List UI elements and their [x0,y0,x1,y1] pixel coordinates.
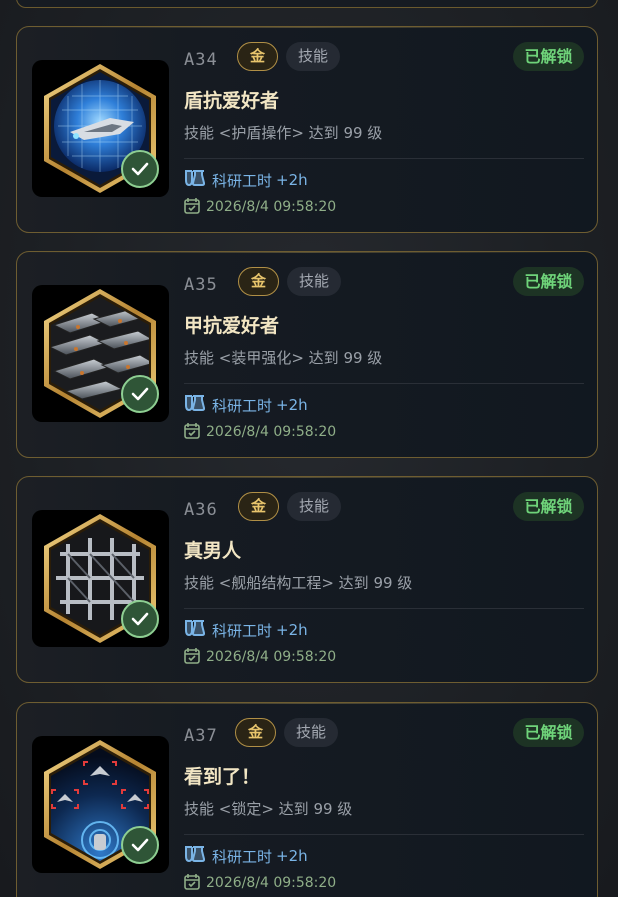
flask-icon [184,169,206,191]
type-badge: 技能 [284,718,338,747]
date-row: 2026/8/4 09:58:20 [184,647,336,667]
reward-value: +2h [276,171,308,189]
armor-plates-icon [32,285,169,422]
achievement-code: A36 [184,500,218,520]
flask-icon [184,619,206,641]
unlock-date: 2026/8/4 09:58:20 [206,199,337,215]
achievement-card-a37[interactable]: A37 金 技能 已解锁 看到了！ 技能 <锁定> 达到 99 级 科研工时 +… [16,702,598,897]
achievement-card-a36[interactable]: A36 金 技能 已解锁 真男人 技能 <舰船结构工程> 达到 99 级 科研工… [16,476,598,683]
achievement-description: 技能 <舰船结构工程> 达到 99 级 [184,574,413,592]
divider [184,383,584,384]
achievement-description: 技能 <护盾操作> 达到 99 级 [184,124,383,142]
reward-label: 科研工时 [212,621,273,640]
reward-label: 科研工时 [212,847,273,866]
achievement-title: 真男人 [184,540,242,562]
achievement-card-a34[interactable]: A34 金 技能 已解锁 盾抗爱好者 技能 <护盾操作> 达到 99 级 科研工… [16,26,598,233]
rarity-badge: 金 [235,718,276,747]
achievement-code: A34 [184,50,218,70]
calendar-check-icon [184,197,200,218]
achievement-code: A35 [184,275,218,295]
status-badge: 已解锁 [513,718,584,747]
ship-frame-icon [32,510,169,647]
unlock-date: 2026/8/4 09:58:20 [206,649,337,665]
checkmark-icon [121,375,159,413]
achievement-title: 甲抗爱好者 [184,315,280,337]
status-badge: 已解锁 [513,42,584,71]
reward-label: 科研工时 [212,396,273,415]
calendar-check-icon [184,422,200,443]
target-lock-icon [32,736,169,873]
achievement-code: A37 [184,726,218,746]
calendar-check-icon [184,873,200,894]
previous-card-edge [16,0,598,8]
achievement-card-a35[interactable]: A35 金 技能 已解锁 甲抗爱好者 技能 <装甲强化> 达到 99 级 科研工… [16,251,598,458]
status-badge: 已解锁 [513,267,584,296]
reward-row: 科研工时 +2h [184,394,308,416]
reward-row: 科研工时 +2h [184,619,308,641]
divider [184,158,584,159]
type-badge: 技能 [286,42,340,71]
checkmark-icon [121,150,159,188]
divider [184,834,584,835]
rarity-badge: 金 [238,492,279,521]
reward-value: +2h [276,621,308,639]
rarity-badge: 金 [237,42,278,71]
unlock-date: 2026/8/4 09:58:20 [206,424,337,440]
flask-icon [184,845,206,867]
date-row: 2026/8/4 09:58:20 [184,873,336,893]
rarity-badge: 金 [238,267,279,296]
unlock-date: 2026/8/4 09:58:20 [206,875,337,891]
reward-label: 科研工时 [212,171,273,190]
date-row: 2026/8/4 09:58:20 [184,197,336,217]
achievement-title: 看到了！ [184,766,261,788]
checkmark-icon [121,600,159,638]
reward-value: +2h [276,847,308,865]
flask-icon [184,394,206,416]
checkmark-icon [121,826,159,864]
reward-value: +2h [276,396,308,414]
calendar-check-icon [184,647,200,668]
achievement-title: 盾抗爱好者 [184,90,280,112]
divider [184,608,584,609]
type-badge: 技能 [287,267,341,296]
type-badge: 技能 [287,492,341,521]
status-badge: 已解锁 [513,492,584,521]
shield-ship-icon [32,60,169,197]
date-row: 2026/8/4 09:58:20 [184,422,336,442]
achievement-description: 技能 <装甲强化> 达到 99 级 [184,349,383,367]
achievement-description: 技能 <锁定> 达到 99 级 [184,800,353,818]
reward-row: 科研工时 +2h [184,169,308,191]
reward-row: 科研工时 +2h [184,845,308,867]
